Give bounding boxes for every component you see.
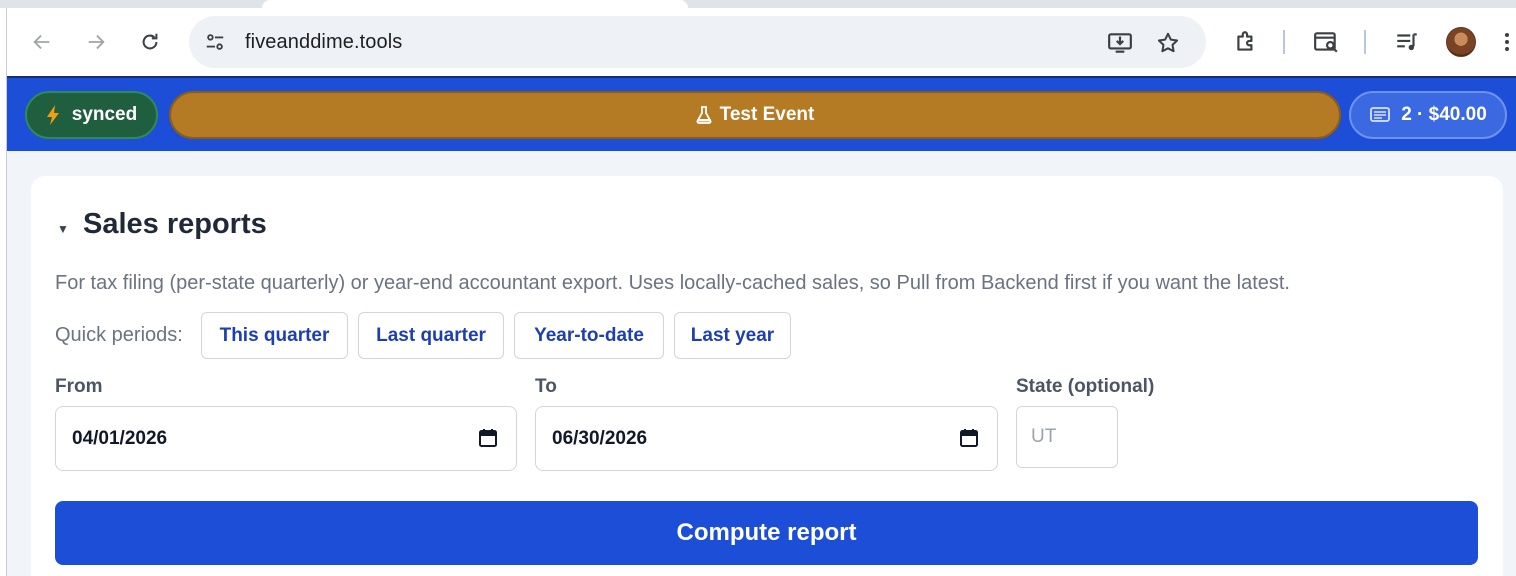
media-control-icon[interactable] <box>1391 26 1423 58</box>
sync-status-pill[interactable]: synced <box>25 91 158 139</box>
flask-icon <box>696 106 712 124</box>
tab-strip <box>0 0 1516 8</box>
last-quarter-button[interactable]: Last quarter <box>358 312 504 359</box>
window-left-edge <box>0 8 7 576</box>
collapse-caret-icon[interactable]: ▼ <box>57 222 69 236</box>
to-label: To <box>535 376 557 397</box>
reload-button[interactable] <box>134 26 166 58</box>
from-label: From <box>55 376 103 397</box>
from-date-input[interactable]: 04/01/2026 <box>55 406 517 471</box>
back-button[interactable] <box>26 26 58 58</box>
compute-report-button[interactable]: Compute report <box>55 501 1478 565</box>
section-title[interactable]: Sales reports <box>83 208 267 241</box>
event-selector-pill[interactable]: Test Event <box>169 91 1341 139</box>
forward-button[interactable] <box>80 26 112 58</box>
url-text[interactable]: fiveanddime.tools <box>245 31 402 54</box>
tab-search-icon[interactable] <box>1310 26 1342 58</box>
section-description: For tax filing (per-state quarterly) or … <box>55 272 1290 294</box>
lightning-icon <box>46 104 60 126</box>
cart-summary-label: 2 · $40.00 <box>1401 104 1487 125</box>
main-content: ▼ Sales reports For tax filing (per-stat… <box>7 151 1516 576</box>
last-year-button[interactable]: Last year <box>674 312 791 359</box>
to-date-value: 06/30/2026 <box>552 427 648 449</box>
state-label: State (optional) <box>1016 376 1155 397</box>
this-quarter-button[interactable]: This quarter <box>201 312 348 359</box>
extensions-icon[interactable] <box>1230 26 1262 58</box>
sales-reports-card: ▼ Sales reports For tax filing (per-stat… <box>31 176 1503 576</box>
toolbar-separator <box>1283 30 1285 54</box>
state-input[interactable] <box>1016 406 1118 468</box>
site-info-icon[interactable] <box>201 28 229 56</box>
register-icon <box>1369 105 1391 125</box>
calendar-icon[interactable] <box>478 428 498 448</box>
address-bar[interactable]: fiveanddime.tools <box>189 16 1206 68</box>
sync-status-label: synced <box>71 104 138 125</box>
reload-icon <box>142 33 158 50</box>
app-header: synced Test Event 2 · $40.00 <box>7 76 1516 151</box>
kebab-menu-icon[interactable] <box>1498 26 1516 58</box>
browser-toolbar: fiveanddime.tools <box>0 8 1516 76</box>
cart-summary-pill[interactable]: 2 · $40.00 <box>1349 91 1507 139</box>
profile-avatar[interactable] <box>1446 27 1476 57</box>
quick-periods-label: Quick periods: <box>55 324 183 346</box>
active-tab[interactable] <box>262 0 688 8</box>
year-to-date-button[interactable]: Year-to-date <box>514 312 664 359</box>
toolbar-separator <box>1364 30 1366 54</box>
event-name-label: Test Event <box>719 104 815 125</box>
from-date-value: 04/01/2026 <box>72 427 168 449</box>
to-date-input[interactable]: 06/30/2026 <box>535 406 998 471</box>
calendar-icon[interactable] <box>959 428 979 448</box>
arrow-right-icon <box>88 34 105 50</box>
install-app-icon[interactable] <box>1105 28 1135 58</box>
bookmark-star-icon[interactable] <box>1153 28 1183 58</box>
arrow-left-icon <box>33 34 50 50</box>
